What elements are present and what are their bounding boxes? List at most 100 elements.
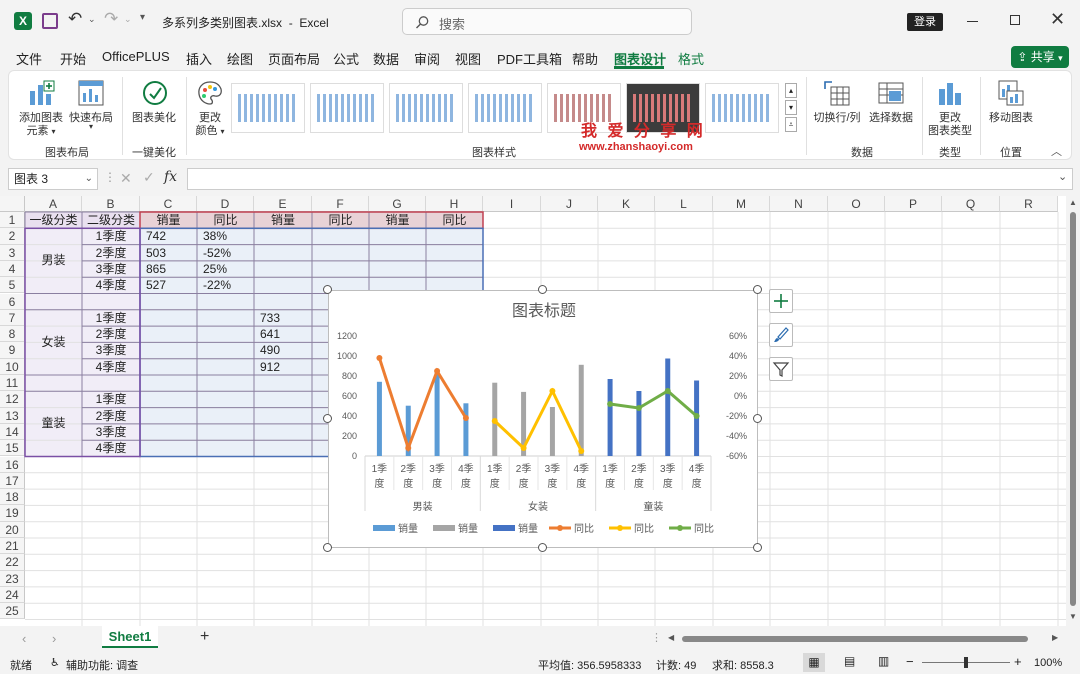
accessibility-status[interactable]: 辅助功能: 调查 xyxy=(66,657,138,673)
undo-dropdown-icon[interactable]: ⌄ xyxy=(88,14,96,25)
formula-input[interactable] xyxy=(187,168,1073,190)
quarter-cell[interactable]: 1季度 xyxy=(82,310,140,326)
gallery-more-icon[interactable]: ⩡ xyxy=(785,117,797,132)
sales-cell[interactable]: 733 xyxy=(254,310,312,326)
sales-cell[interactable]: 527 xyxy=(140,277,197,293)
chart-style-3[interactable] xyxy=(389,83,463,133)
quarter-cell[interactable]: 3季度 xyxy=(82,342,140,358)
tab-split-handle[interactable]: ⋮ xyxy=(651,631,662,644)
chart-filters-button[interactable] xyxy=(769,357,793,381)
select-data-button[interactable]: 选择数据 xyxy=(865,77,917,139)
header-cell-H[interactable]: 同比 xyxy=(426,212,483,228)
horizontal-scroll-thumb[interactable] xyxy=(682,636,1028,642)
vertical-scrollbar[interactable]: ▲ ▼ xyxy=(1066,196,1080,626)
resize-handle-bl[interactable] xyxy=(323,543,332,552)
resize-handle-tm[interactable] xyxy=(538,285,547,294)
switch-row-column-button[interactable]: 切换行/列 xyxy=(811,77,863,139)
tab-format[interactable]: 格式 xyxy=(678,49,704,68)
vertical-scroll-thumb[interactable] xyxy=(1070,212,1076,606)
tab-draw[interactable]: 绘图 xyxy=(227,49,253,68)
chart-elements-button[interactable] xyxy=(769,289,793,313)
quarter-cell[interactable]: 4季度 xyxy=(82,359,140,375)
zoom-slider-thumb[interactable] xyxy=(964,657,968,668)
sales-cell[interactable]: 912 xyxy=(254,359,312,375)
quarter-cell[interactable]: 4季度 xyxy=(82,440,140,456)
quarter-cell[interactable]: 2季度 xyxy=(82,245,140,261)
next-sheet-icon[interactable]: › xyxy=(52,631,56,646)
header-cell-F[interactable]: 同比 xyxy=(312,212,369,228)
zoom-slider[interactable] xyxy=(922,657,1010,668)
quarter-cell[interactable]: 4季度 xyxy=(82,277,140,293)
insert-function-icon[interactable]: fx xyxy=(164,169,177,185)
maximize-icon[interactable] xyxy=(1010,15,1020,25)
resize-handle-tr[interactable] xyxy=(753,285,762,294)
chart-beautify-button[interactable]: 图表美化 xyxy=(127,77,181,139)
add-sheet-button[interactable]: + xyxy=(200,628,209,646)
header-cell-D[interactable]: 同比 xyxy=(197,212,254,228)
undo-icon[interactable]: ↶ xyxy=(68,9,82,29)
expand-formula-icon[interactable]: ⌄ xyxy=(1058,170,1067,183)
quarter-cell[interactable]: 3季度 xyxy=(82,261,140,277)
tab-help[interactable]: 帮助 xyxy=(572,49,598,68)
cancel-entry-icon[interactable]: ✕ xyxy=(120,170,132,187)
chart-object[interactable]: 图表标题 0 200 400 600 800 1000 1200 -60% -40% -20% 0% 2… xyxy=(328,290,758,548)
add-chart-element-button[interactable]: 添加图表 元素 ▾ xyxy=(17,77,65,139)
customize-qat-icon[interactable]: ▾ xyxy=(140,12,145,23)
sales-cell[interactable]: 742 xyxy=(140,228,197,244)
quarter-cell[interactable]: 2季度 xyxy=(82,408,140,424)
quarter-cell[interactable]: 1季度 xyxy=(82,391,140,407)
header-cell-A[interactable]: 一级分类 xyxy=(25,212,82,228)
zoom-level[interactable]: 100% xyxy=(1034,657,1062,669)
resize-handle-ml[interactable] xyxy=(323,414,332,423)
tab-file[interactable]: 文件 xyxy=(16,49,42,68)
header-cell-G[interactable]: 销量 xyxy=(369,212,426,228)
chart-style-2[interactable] xyxy=(310,83,384,133)
tab-formulas[interactable]: 公式 xyxy=(333,49,359,68)
tab-review[interactable]: 审阅 xyxy=(414,49,440,68)
group-cell-3[interactable]: 童装 xyxy=(25,391,82,456)
resize-handle-bm[interactable] xyxy=(538,543,547,552)
move-chart-button[interactable]: 移动图表 xyxy=(985,77,1037,139)
header-cell-C[interactable]: 销量 xyxy=(140,212,197,228)
group-cell-1[interactable]: 男装 xyxy=(25,228,82,293)
header-cell-E[interactable]: 销量 xyxy=(254,212,312,228)
quarter-cell[interactable]: 1季度 xyxy=(82,228,140,244)
tab-home[interactable]: 开始 xyxy=(60,49,86,68)
redo-dropdown-icon[interactable]: ⌄ xyxy=(124,14,132,25)
resize-handle-mr[interactable] xyxy=(753,414,762,423)
yoy-cell[interactable]: -22% xyxy=(197,277,254,293)
scroll-up-icon[interactable]: ▲ xyxy=(1069,198,1077,207)
tab-officeplus[interactable]: OfficePLUS xyxy=(102,49,170,64)
tab-page-layout[interactable]: 页面布局 xyxy=(268,49,320,68)
search-box[interactable]: 搜索 xyxy=(402,8,692,35)
sheet-tab-sheet1[interactable]: Sheet1 xyxy=(102,626,158,648)
tab-insert[interactable]: 插入 xyxy=(186,49,212,68)
scroll-down-icon[interactable]: ▼ xyxy=(1069,612,1077,621)
change-chart-type-button[interactable]: 更改 图表类型 xyxy=(925,77,975,139)
collapse-ribbon-icon[interactable]: ︿ xyxy=(1051,143,1062,159)
login-button[interactable]: 登录 xyxy=(907,13,943,31)
chart-style-7[interactable] xyxy=(705,83,779,133)
redo-icon[interactable]: ↷ xyxy=(104,9,118,29)
chart-styles-button[interactable] xyxy=(769,323,793,347)
gallery-scroll-up-icon[interactable]: ▴ xyxy=(785,83,797,98)
prev-sheet-icon[interactable]: ‹ xyxy=(22,631,26,646)
share-button[interactable]: ⇪ 共享 ▾ xyxy=(1011,46,1069,68)
normal-view-icon[interactable]: ▦ xyxy=(803,653,825,672)
gallery-scroll-down-icon[interactable]: ▾ xyxy=(785,100,797,115)
tab-view[interactable]: 视图 xyxy=(455,49,481,68)
sales-cell[interactable]: 641 xyxy=(254,326,312,342)
zoom-out-icon[interactable]: − xyxy=(906,654,914,669)
group-cell-2[interactable]: 女装 xyxy=(25,310,82,375)
sales-cell[interactable]: 865 xyxy=(140,261,197,277)
quick-layout-button[interactable]: 快速布局 ▾ xyxy=(67,77,115,139)
confirm-entry-icon[interactable]: ✓ xyxy=(143,169,155,186)
name-box[interactable]: 图表 3 ⌄ xyxy=(8,168,98,190)
yoy-cell[interactable]: 25% xyxy=(197,261,254,277)
change-colors-button[interactable]: 更改 颜色 ▾ xyxy=(189,77,231,139)
sales-cell[interactable]: 503 xyxy=(140,245,197,261)
hscroll-left-icon[interactable]: ◀ xyxy=(668,633,674,642)
resize-handle-tl[interactable] xyxy=(323,285,332,294)
hscroll-right-icon[interactable]: ▶ xyxy=(1052,633,1058,642)
zoom-in-icon[interactable]: + xyxy=(1014,654,1022,669)
